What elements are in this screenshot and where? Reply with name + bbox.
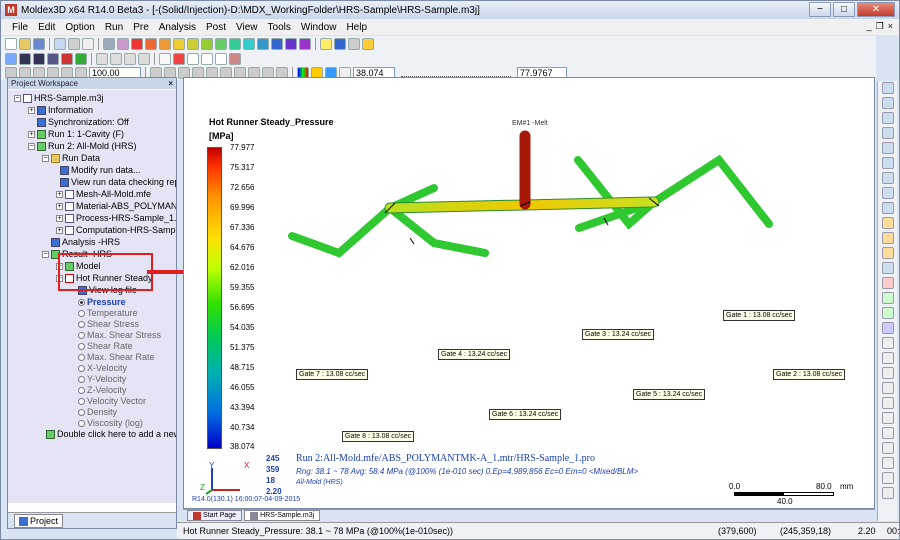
gate-label: Gate 5 : 13.24 cc/sec <box>633 389 706 400</box>
measure-icon[interactable] <box>881 202 894 214</box>
section-icon[interactable] <box>881 337 894 349</box>
scale-end: 80.0 <box>816 482 832 491</box>
color-scale-icon[interactable] <box>881 442 894 454</box>
scale-start: 0.0 <box>729 482 741 491</box>
transparent-icon[interactable] <box>881 352 894 364</box>
mold-info: All-Mold (HRS) <box>296 479 343 486</box>
legend-value: 72.656 <box>230 183 255 192</box>
gate-label: Gate 4 : 13.24 cc/sec <box>438 349 511 360</box>
stat-value: 359 <box>266 465 280 474</box>
legend-value: 51.375 <box>230 343 255 352</box>
zoom-fit-icon[interactable] <box>881 157 894 169</box>
legend-value: 62.016 <box>230 263 255 272</box>
legend-value: 64.676 <box>230 243 255 252</box>
zoom-all-icon[interactable] <box>881 172 894 184</box>
color-legend-bar <box>207 147 222 449</box>
zoom-in-icon[interactable] <box>881 112 894 124</box>
snapshot-icon[interactable] <box>881 457 894 469</box>
node-icon[interactable] <box>881 397 894 409</box>
scale-bar <box>734 492 834 496</box>
select-icon[interactable] <box>881 82 894 94</box>
material-icon[interactable] <box>881 232 894 244</box>
run-info: Run 2:All-Mold.mfe/ABS_POLYMANTMK-A_1.mt… <box>296 453 595 464</box>
gate-label: Gate 7 : 13.08 cc/sec <box>296 369 369 380</box>
right-toolbar <box>877 81 897 521</box>
stat-value: 18 <box>266 476 275 485</box>
stat-value: 2.20 <box>266 487 282 496</box>
gate-label: Gate 3 : 13.24 cc/sec <box>582 329 655 340</box>
version-stamp: R14.0(130.1) 16:00:07-04-09-2015 <box>192 496 301 503</box>
status-time: 2.20 <box>858 526 876 536</box>
chart-title: Hot Runner Steady_Pressure <box>209 117 334 127</box>
zoom-window-icon[interactable] <box>881 142 894 154</box>
status-message: Hot Runner Steady_Pressure: 38.1 ~ 78 MP… <box>183 526 454 536</box>
result-viewport[interactable]: Hot Runner Steady_Pressure [MPa] 77.977 … <box>183 77 875 509</box>
element-icon[interactable] <box>881 412 894 424</box>
document-tab-icon <box>250 511 259 520</box>
legend-value: 38.074 <box>230 442 255 451</box>
legend-value: 48.715 <box>230 363 255 372</box>
view-iso-icon[interactable] <box>881 322 894 334</box>
main-window: M Moldex3D x64 R14.0 Beta3 - [-(Solid/In… <box>0 0 900 540</box>
gate-label: Gate 1 : 13.08 cc/sec <box>723 310 796 321</box>
legend-value: 69.996 <box>230 203 255 212</box>
legend-value: 77.977 <box>230 143 255 152</box>
legend-value: 54.035 <box>230 323 255 332</box>
gate-label: Gate 2 : 13.08 cc/sec <box>773 369 846 380</box>
rotate-view-icon[interactable] <box>881 262 894 274</box>
scale-mid: 40.0 <box>777 497 793 506</box>
status-coords: (379,600) <box>718 526 757 536</box>
hot-runner-model <box>288 130 773 442</box>
tab-start-page[interactable]: Start Page <box>187 510 243 521</box>
stat-value: 245 <box>266 454 280 463</box>
range-info: Rng: 38.1 ~ 78 Avg: 58.4 MPa (@100% (1e-… <box>296 467 639 476</box>
settings-icon[interactable] <box>881 487 894 499</box>
view-z-icon[interactable] <box>881 307 894 319</box>
vector-view-icon[interactable] <box>881 427 894 439</box>
status-bar: Hot Runner Steady_Pressure: 38.1 ~ 78 MP… <box>177 522 900 539</box>
axis-z-label: Z <box>200 483 205 492</box>
status-clock: 00:48:54 <box>887 526 900 536</box>
chart-unit: [MPa] <box>209 131 234 141</box>
zoom-out-icon[interactable] <box>881 127 894 139</box>
view-x-icon[interactable] <box>881 277 894 289</box>
axis-y-label: Y <box>209 461 215 470</box>
light-icon[interactable] <box>881 217 894 229</box>
moldex-tab-icon <box>193 511 201 520</box>
status-coords-3d: (245,359,18) <box>780 526 832 536</box>
legend-value: 67.336 <box>230 223 255 232</box>
pan-view-icon[interactable] <box>881 187 894 199</box>
info-view-icon[interactable] <box>881 472 894 484</box>
legend-value: 56.695 <box>230 303 255 312</box>
undo-view-icon[interactable] <box>881 97 894 109</box>
melt-entrance-label: EM#1 -Melt <box>512 120 548 127</box>
axis-x-label: X <box>244 461 250 470</box>
tab-hrs-sample[interactable]: HRS-Sample.m3j <box>244 510 321 521</box>
legend-value: 75.317 <box>230 163 255 172</box>
view-y-icon[interactable] <box>881 292 894 304</box>
outline-icon[interactable] <box>881 367 894 379</box>
legend-value: 46.055 <box>230 383 255 392</box>
gate-label: Gate 6 : 13.24 cc/sec <box>489 409 562 420</box>
mesh-view-icon[interactable] <box>881 247 894 259</box>
gate-label: Gate 8 : 13.08 cc/sec <box>342 431 415 442</box>
document-tabs: Start Page HRS-Sample.m3j <box>183 509 875 521</box>
legend-value: 59.355 <box>230 283 255 292</box>
edge-icon[interactable] <box>881 382 894 394</box>
legend-value: 43.394 <box>230 403 255 412</box>
scale-unit: mm <box>840 482 854 491</box>
legend-value: 40.734 <box>230 423 255 432</box>
